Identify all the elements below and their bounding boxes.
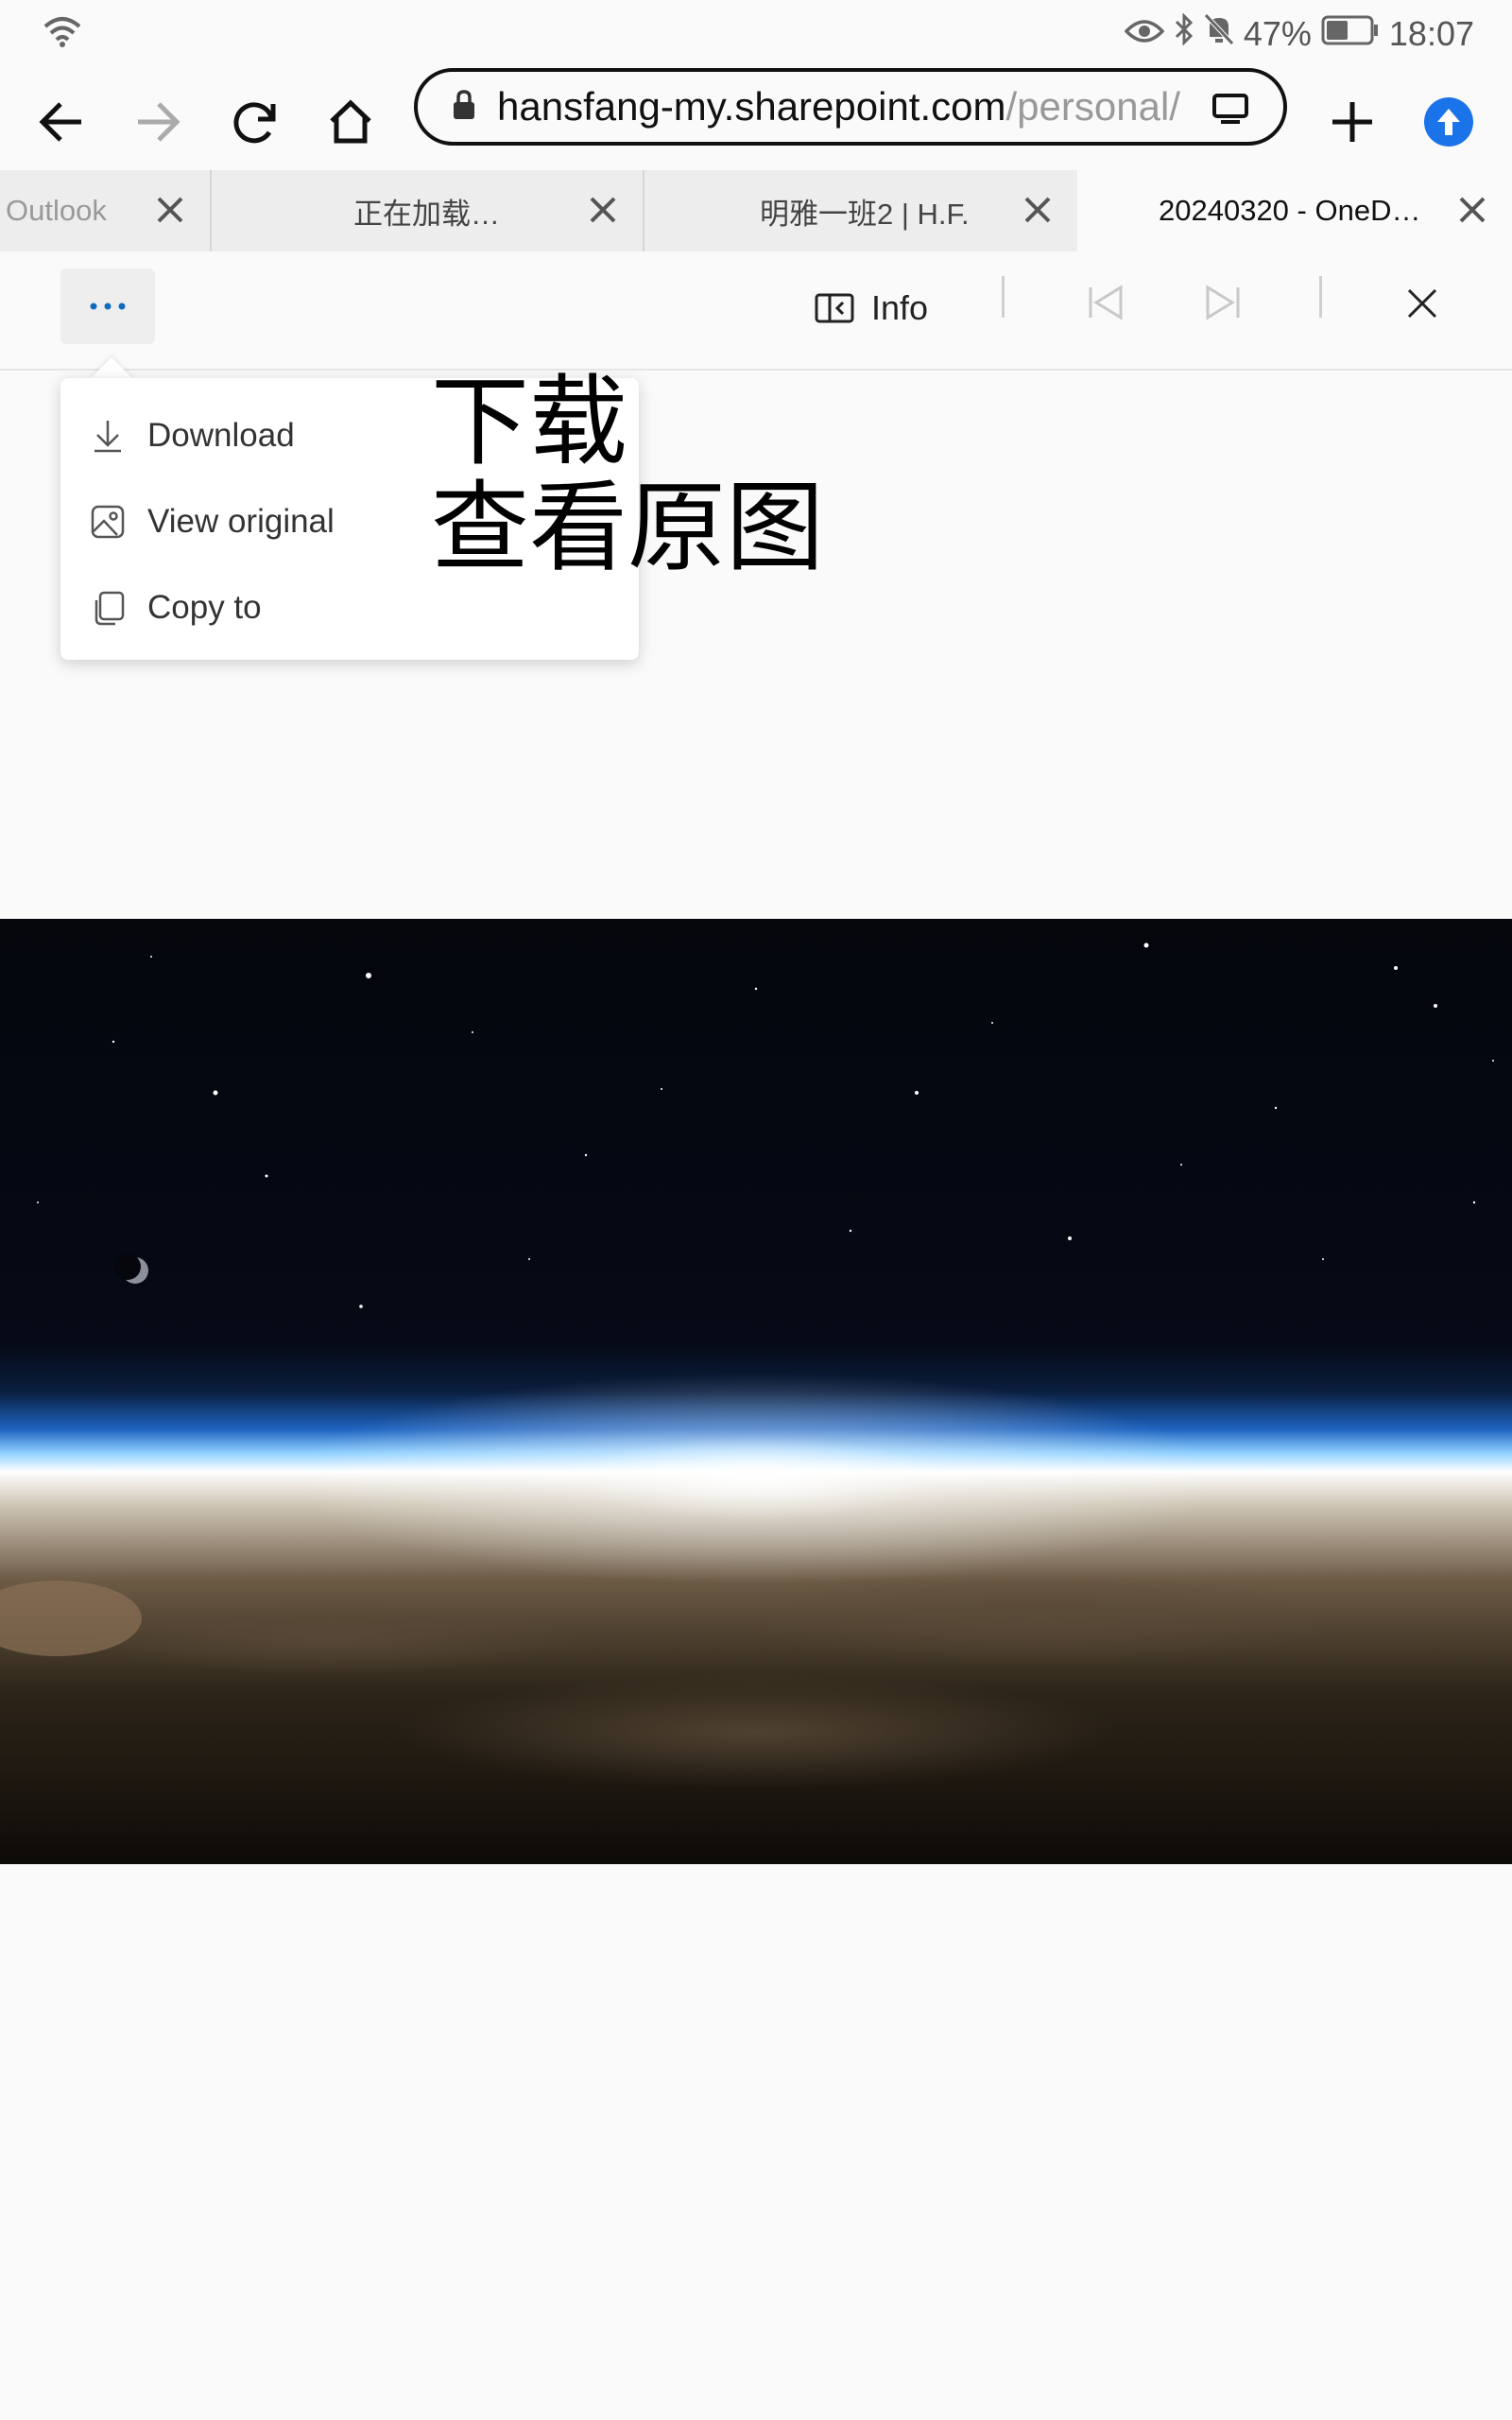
tab-class[interactable]: 明雅一班2 | H.F.	[644, 170, 1077, 251]
last-item-button[interactable]	[1204, 284, 1242, 326]
copy-icon	[94, 591, 125, 626]
menu-item-label: View original	[147, 503, 335, 540]
close-icon[interactable]	[1021, 193, 1055, 227]
upload-button[interactable]	[1416, 89, 1482, 155]
bluetooth-icon	[1174, 12, 1194, 54]
tab-outlook[interactable]: Outlook	[0, 170, 210, 251]
arrow-right-icon	[138, 102, 180, 142]
back-button[interactable]	[28, 89, 94, 155]
plus-icon	[1332, 102, 1372, 142]
skip-next-icon	[1206, 285, 1240, 320]
mute-bell-icon	[1204, 13, 1234, 54]
reload-button[interactable]	[222, 89, 288, 155]
tab-label: 20240320 - OneD…	[1159, 194, 1421, 227]
first-item-button[interactable]	[1087, 284, 1125, 326]
forward-button[interactable]	[125, 89, 191, 155]
more-options-button[interactable]	[60, 268, 155, 344]
image-icon	[91, 505, 125, 539]
status-bar: 47% 18:07	[0, 0, 1512, 68]
close-icon	[1407, 288, 1437, 319]
ellipsis-icon	[90, 302, 126, 310]
info-button[interactable]: Info	[815, 280, 928, 337]
info-panel-icon	[815, 293, 854, 323]
wifi-icon	[42, 15, 83, 54]
menu-item-label: Download	[147, 417, 295, 454]
tab-bar: Outlook 正在加载… 明雅一班2 | H.F. 20240320 - On…	[0, 170, 1512, 252]
new-tab-button[interactable]	[1319, 89, 1385, 155]
home-button[interactable]	[318, 89, 384, 155]
battery-percent: 47%	[1243, 13, 1312, 53]
annotation-line-download: 下载	[431, 364, 628, 479]
viewer-toolbar: Info	[0, 251, 1512, 371]
url-host: hansfang-my.sharepoint.com	[497, 84, 1006, 129]
info-label: Info	[871, 288, 929, 327]
tab-label: 正在加载…	[353, 197, 500, 231]
upload-arrow-icon	[1424, 97, 1473, 147]
eye-icon	[1124, 14, 1165, 54]
close-icon[interactable]	[586, 193, 620, 227]
close-viewer-button[interactable]	[1406, 287, 1438, 324]
photo-preview[interactable]	[0, 919, 1512, 1864]
browser-toolbar: hansfang-my.sharepoint.com /personal/	[0, 68, 1512, 172]
reload-icon	[233, 102, 276, 144]
tab-label: Outlook	[6, 194, 107, 227]
arrow-left-icon	[39, 102, 81, 142]
home-icon	[330, 99, 371, 144]
address-bar[interactable]: hansfang-my.sharepoint.com /personal/	[414, 68, 1287, 146]
battery-icon	[1321, 14, 1380, 54]
lock-icon	[452, 89, 476, 126]
earth-horizon-image	[0, 919, 1512, 1864]
close-icon[interactable]	[1455, 193, 1489, 227]
skip-previous-icon	[1089, 285, 1123, 320]
menu-caret	[89, 357, 134, 380]
menu-item-label: Copy to	[147, 589, 262, 626]
clock: 18:07	[1388, 13, 1474, 53]
tab-loading[interactable]: 正在加载…	[212, 170, 643, 251]
close-icon[interactable]	[153, 193, 187, 227]
tab-label: 明雅一班2 | H.F.	[760, 197, 970, 231]
annotation-line-view-original: 查看原图	[431, 470, 825, 585]
tab-onedrive[interactable]: 20240320 - OneD…	[1077, 170, 1512, 251]
url-path: /personal/	[1005, 84, 1180, 129]
desktop-mode-icon[interactable]	[1211, 93, 1249, 130]
download-icon	[94, 421, 121, 453]
annotation-text: 下载 查看原图	[431, 369, 824, 580]
